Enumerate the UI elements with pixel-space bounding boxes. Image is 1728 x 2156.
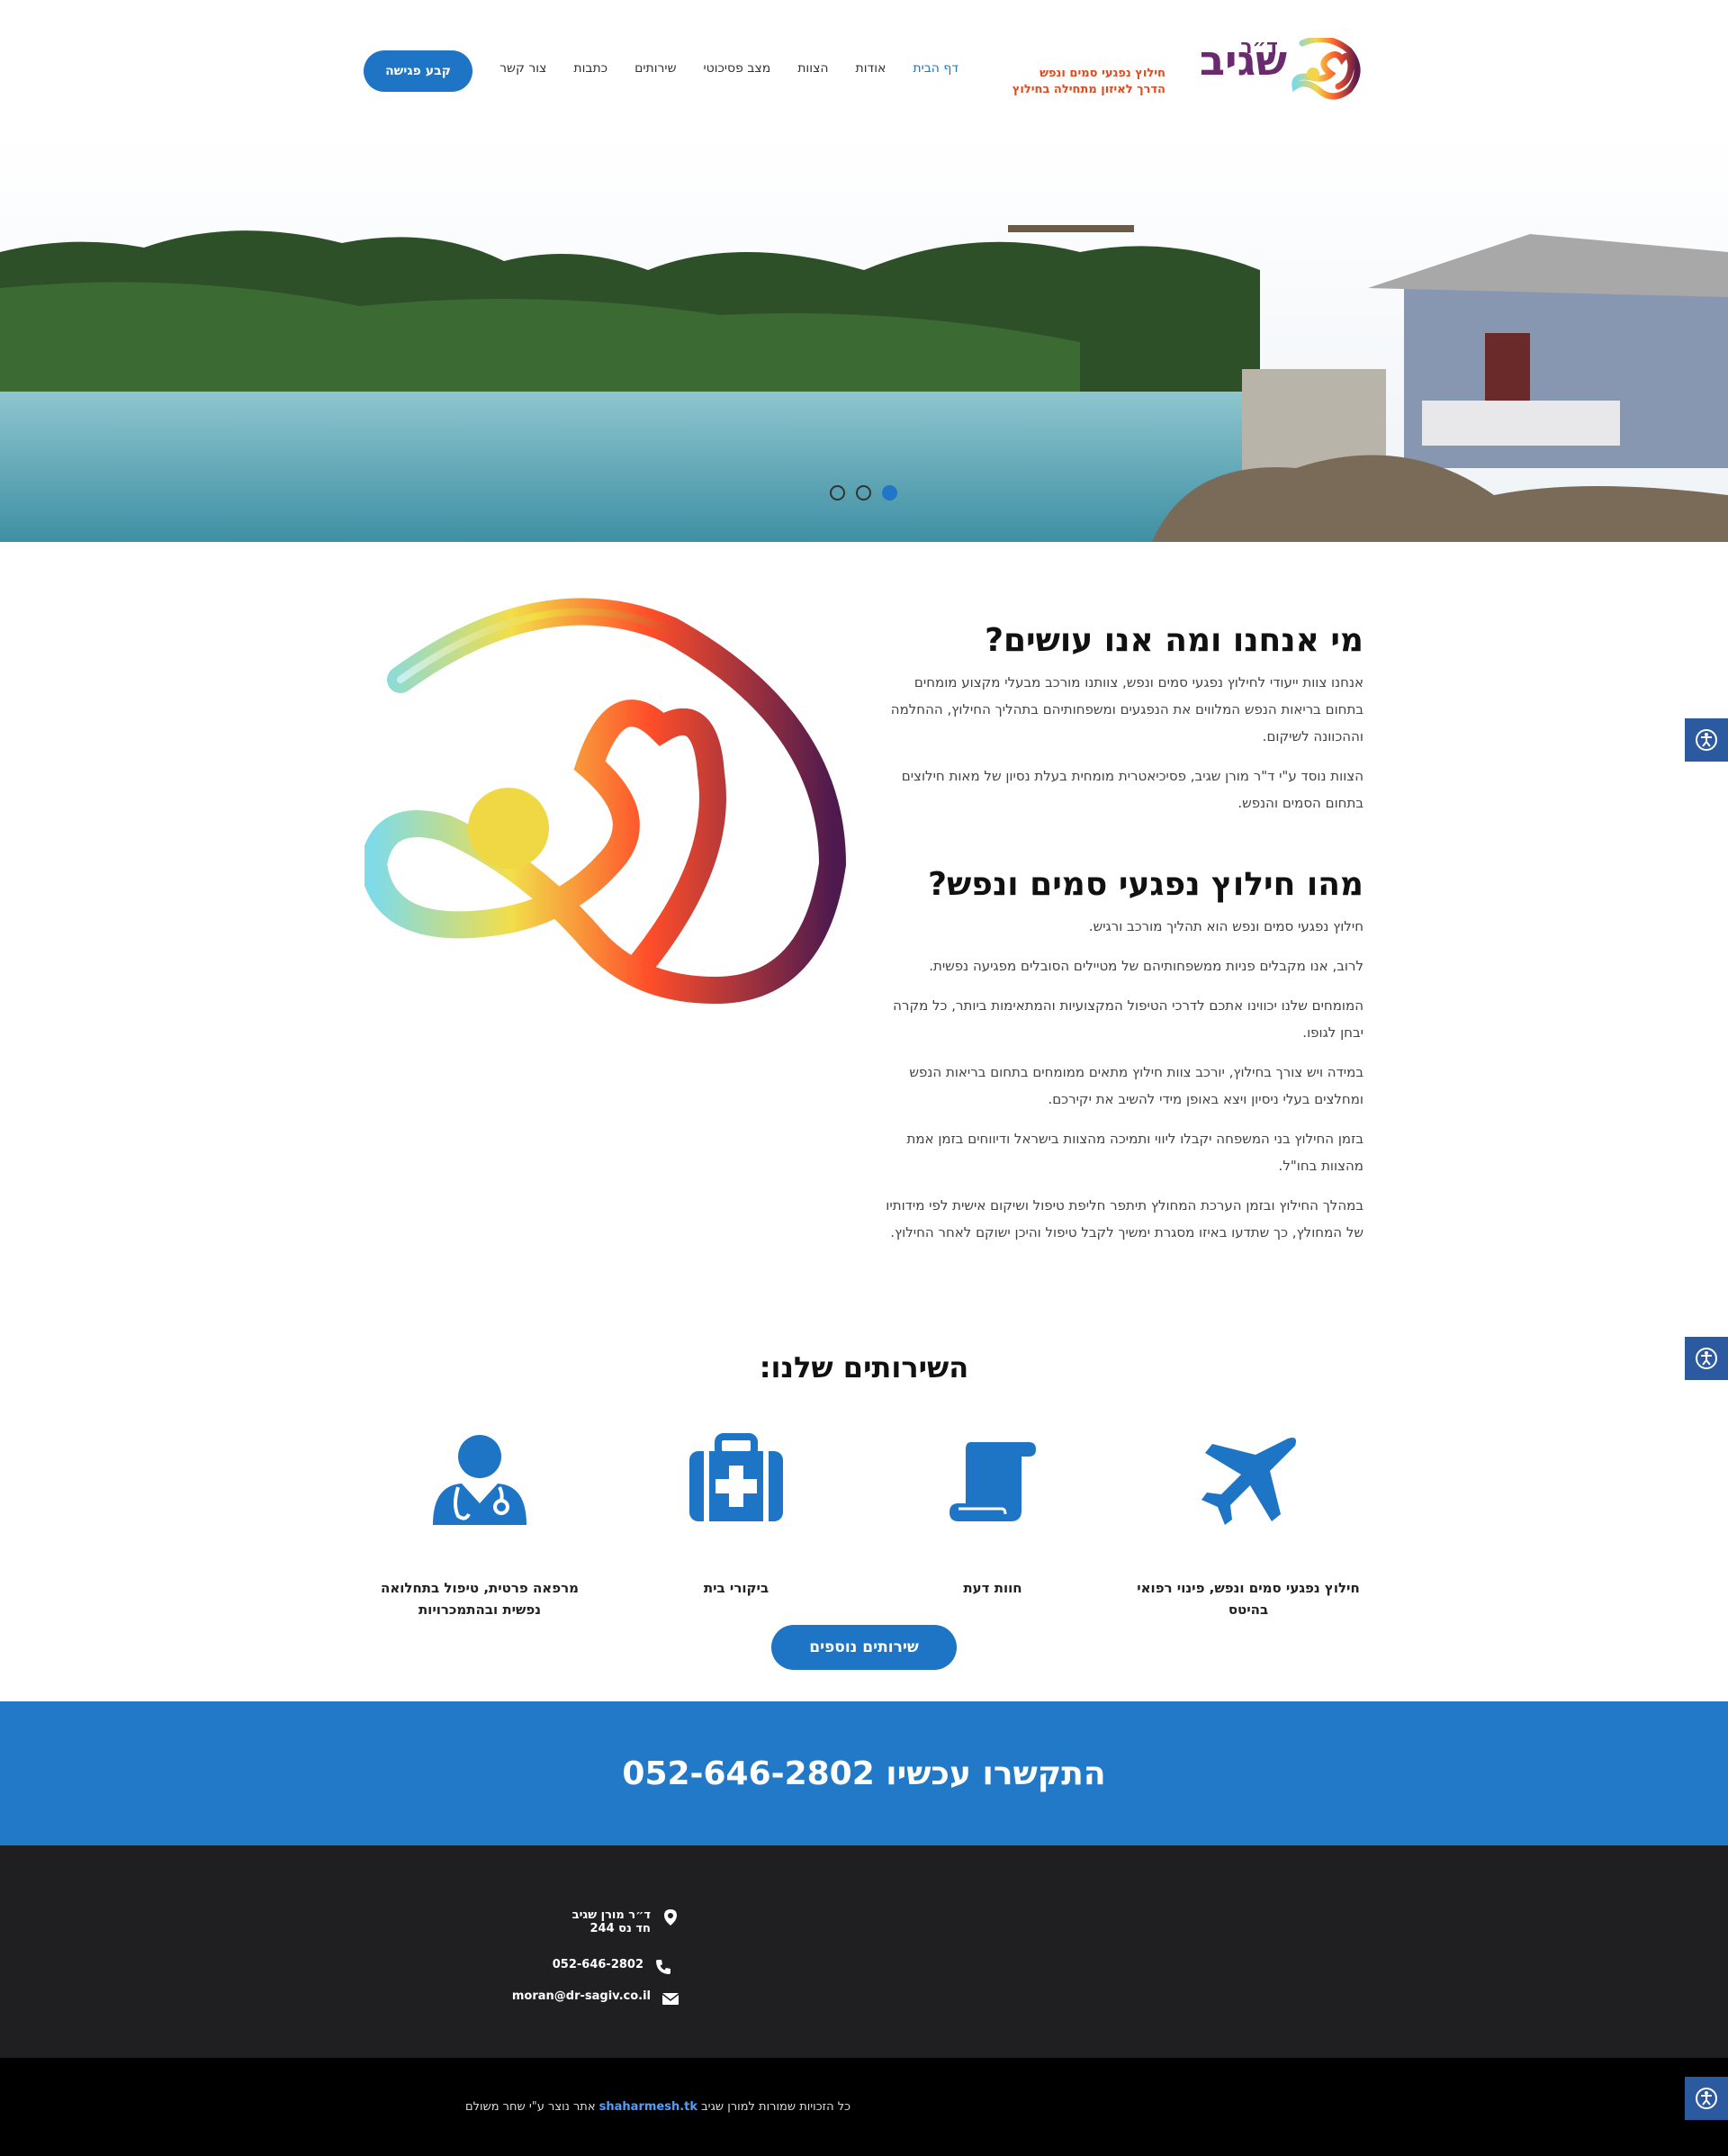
service-card-clinic[interactable]: מרפאה פרטית, טיפול בתחלואה נפשית ובהתמכר… <box>363 1431 597 1620</box>
copyright-link[interactable]: shaharmesh.tk <box>599 2100 698 2114</box>
service-label-clinic: מרפאה פרטית, טיפול בתחלואה נפשית ובהתמכר… <box>381 1580 579 1618</box>
about-paragraph-2: הצוות נוסד ע"י ד"ר מורן שגיב, פסיכיאטרית… <box>901 768 1364 812</box>
doctor-icon <box>433 1435 526 1525</box>
logo-heart-icon <box>1292 38 1361 100</box>
slider-dots <box>830 485 897 501</box>
copyright-rights: כל הזכויות שמורות למורן שגיב <box>701 2100 850 2114</box>
accessibility-icon <box>1696 1348 1717 1369</box>
more-services-button[interactable]: שירותים נוספים <box>771 1625 957 1670</box>
hero-image <box>0 135 1728 542</box>
about-section: מי אנחנו ומה אנו עושים? אנחנו צוות ייעוד… <box>878 621 1364 1258</box>
copyright-credit: אתר נוצר ע"י שחר משולם <box>464 2100 596 2114</box>
nav-item-team[interactable]: הצוות <box>797 61 828 76</box>
rescue-paragraph-6: במהלך החילוץ ובזמן הערכת המחולץ תיתפר חל… <box>886 1197 1364 1241</box>
nav-item-about[interactable]: אודות <box>856 61 886 76</box>
service-card-rescue[interactable]: חילוץ נפגעי סמים ונפש, פינוי רפואי בהיטס <box>1131 1431 1365 1620</box>
rescue-paragraph-4: במידה ויש צורך בחילוץ, יורכב צוות חילוץ … <box>909 1064 1364 1108</box>
airplane-icon <box>1202 1438 1296 1525</box>
main-nav: דף הבית אודות הצוות מצב פסיכוטי שירותים … <box>472 61 958 76</box>
nav-item-articles[interactable]: כתבות <box>573 61 608 76</box>
call-now-band: התקשרו עכשיו 052-646-2802 <box>0 1701 1728 1845</box>
phone-icon <box>656 1960 670 1974</box>
site-header: ד״ר שגיב חילוץ נפגעי סמים ונפש הדרך לאיז… <box>0 0 1728 135</box>
nav-item-psychotic-state[interactable]: מצב פסיכוטי <box>703 61 770 76</box>
footer-address-name: ד״ר מורן שגיב <box>572 1908 651 1922</box>
site-logo[interactable]: ד״ר שגיב חילוץ נפגעי סמים ונפש הדרך לאיז… <box>1012 36 1364 103</box>
slider-dot-2[interactable] <box>856 485 871 501</box>
service-label-opinion: חוות דעת <box>963 1580 1022 1596</box>
site-footer <box>0 1845 1728 2058</box>
accessibility-button-2[interactable] <box>1685 1337 1728 1380</box>
location-pin-icon <box>664 1909 677 1926</box>
services-title: השירותים שלנו: <box>759 1350 969 1385</box>
copyright-text: כל הזכויות שמורות למורן שגיב shaharmesh.… <box>465 2100 850 2114</box>
service-card-home-visits[interactable]: ביקורי בית <box>619 1431 853 1599</box>
rescue-paragraph-1: חילוץ נפגעי סמים ונפש הוא תהליך מורכב ור… <box>1088 918 1364 935</box>
service-label-rescue: חילוץ נפגעי סמים ונפש, פינוי רפואי בהיטס <box>1137 1580 1360 1618</box>
service-card-opinion[interactable]: חוות דעת <box>876 1431 1110 1599</box>
book-meeting-button[interactable]: קבע פגישה <box>364 50 472 92</box>
footer-phone-text: 052-646-2802 <box>552 1958 644 1971</box>
footer-email-text: moran@dr-sagiv.co.il <box>511 1989 651 2003</box>
rescue-paragraph-5: בזמן החילוץ בני המשפחה יקבלו ליווי ותמיכ… <box>906 1131 1364 1175</box>
service-label-home-visits: ביקורי בית <box>703 1580 770 1596</box>
footer-phone[interactable]: 052-646-2802 <box>553 1958 672 1976</box>
about-title: מי אנחנו ומה אנו עושים? <box>985 622 1364 659</box>
nav-item-contact[interactable]: צור קשר <box>500 61 546 76</box>
first-aid-kit-icon <box>689 1433 783 1521</box>
footer-email[interactable]: moran@dr-sagiv.co.il <box>512 1989 680 2007</box>
footer-address: ד״ר מורן שגיב חד נס 244 <box>572 1908 680 1935</box>
rescue-title: מהו חילוץ נפגעי סמים ונפש? <box>928 866 1364 904</box>
logo-tagline-2: הדרך לאיזון מתחילה בחילוץ <box>1012 83 1166 96</box>
email-icon <box>662 1993 680 2005</box>
rescue-paragraph-2: לרוב, אנו מקבלים פניות ממשפחותיהם של מטי… <box>929 958 1364 975</box>
accessibility-icon <box>1696 729 1717 751</box>
rescue-paragraph-3: המומחים שלנו יכווינו אתכם לדרכי הטיפול ה… <box>893 997 1364 1042</box>
footer-address-line: חד נס 244 <box>590 1922 652 1935</box>
accessibility-icon <box>1696 2088 1717 2109</box>
hero-slider <box>0 135 1728 542</box>
logo-tagline-1: חילוץ נפגעי סמים ונפש <box>1040 67 1166 80</box>
large-logo-icon <box>364 598 847 1005</box>
slider-dot-3[interactable] <box>830 485 845 501</box>
accessibility-button-3[interactable] <box>1685 2077 1728 2120</box>
scroll-icon <box>950 1442 1036 1521</box>
nav-item-home[interactable]: דף הבית <box>913 61 958 76</box>
logo-name-text: שגיב <box>1199 36 1287 85</box>
accessibility-button-1[interactable] <box>1685 718 1728 762</box>
nav-item-services[interactable]: שירותים <box>634 61 676 76</box>
slider-dot-1[interactable] <box>882 485 897 501</box>
call-now-text[interactable]: התקשרו עכשיו 052-646-2802 <box>622 1755 1105 1792</box>
copyright-bar <box>0 2058 1728 2156</box>
about-paragraph-1: אנחנו צוות ייעודי לחילוץ נפגעי סמים ונפש… <box>890 674 1364 745</box>
